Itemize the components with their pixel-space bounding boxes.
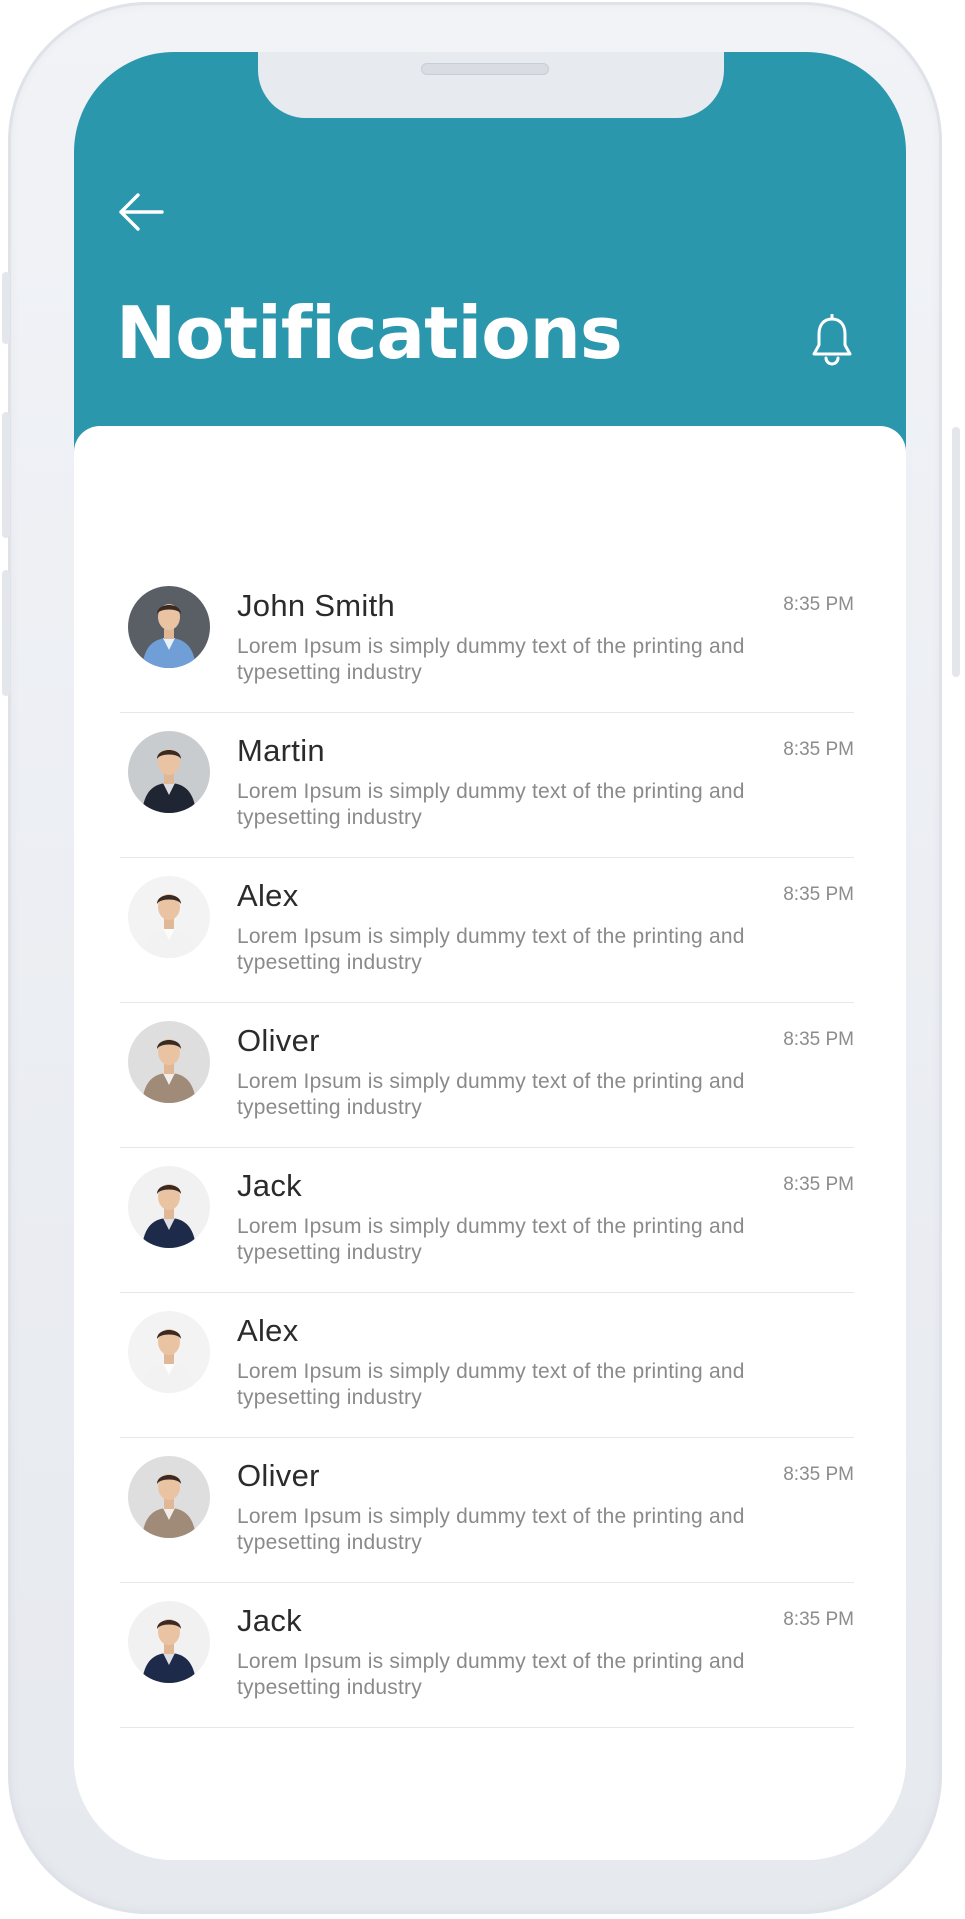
notch xyxy=(258,52,724,118)
notification-item[interactable]: Martin 8:35 PM Lorem Ipsum is simply dum… xyxy=(120,713,854,858)
sender-name: Jack xyxy=(237,1603,302,1638)
timestamp: 8:35 PM xyxy=(783,1464,854,1485)
sender-name: Jack xyxy=(237,1168,302,1203)
message-preview: Lorem Ipsum is simply dummy text of the … xyxy=(237,635,745,684)
power-button xyxy=(952,427,960,677)
screen: Notifications John Smith 8:35 PM Lorem I… xyxy=(74,52,906,1860)
notification-item[interactable]: Alex 8:35 PM Lorem Ipsum is simply dummy… xyxy=(120,858,854,1003)
volume-down-button xyxy=(2,570,10,696)
sender-name: Martin xyxy=(237,733,325,768)
notification-sheet: John Smith 8:35 PM Lorem Ipsum is simply… xyxy=(74,426,906,1860)
message-preview: Lorem Ipsum is simply dummy text of the … xyxy=(237,1360,745,1409)
message-preview: Lorem Ipsum is simply dummy text of the … xyxy=(237,925,745,974)
notification-item[interactable]: Oliver 8:35 PM Lorem Ipsum is simply dum… xyxy=(120,1003,854,1148)
notifications-bell-button[interactable] xyxy=(811,313,853,366)
avatar xyxy=(128,1311,210,1393)
avatar xyxy=(128,1166,210,1248)
notification-item[interactable]: Alex Lorem Ipsum is simply dummy text of… xyxy=(120,1293,854,1438)
message-preview: Lorem Ipsum is simply dummy text of the … xyxy=(237,1070,745,1119)
sender-name: John Smith xyxy=(237,588,396,623)
back-button[interactable] xyxy=(116,190,166,234)
sender-name: Oliver xyxy=(237,1458,320,1493)
page-title: Notifications xyxy=(116,291,623,375)
notification-list: John Smith 8:35 PM Lorem Ipsum is simply… xyxy=(120,568,854,1728)
sender-name: Alex xyxy=(237,878,299,913)
notification-item[interactable]: Oliver 8:35 PM Lorem Ipsum is simply dum… xyxy=(120,1438,854,1583)
avatar xyxy=(128,876,210,958)
notification-item[interactable]: Jack 8:35 PM Lorem Ipsum is simply dummy… xyxy=(120,1583,854,1728)
timestamp: 8:35 PM xyxy=(783,739,854,760)
avatar xyxy=(128,1021,210,1103)
sender-name: Oliver xyxy=(237,1023,320,1058)
speaker-grille xyxy=(421,63,549,75)
bell-icon xyxy=(812,313,852,366)
message-preview: Lorem Ipsum is simply dummy text of the … xyxy=(237,1505,745,1554)
avatar xyxy=(128,731,210,813)
message-preview: Lorem Ipsum is simply dummy text of the … xyxy=(237,780,745,829)
notification-item[interactable]: John Smith 8:35 PM Lorem Ipsum is simply… xyxy=(120,568,854,713)
volume-up-button xyxy=(2,412,10,538)
mute-switch xyxy=(2,272,10,344)
avatar xyxy=(128,1601,210,1683)
notification-item[interactable]: Jack 8:35 PM Lorem Ipsum is simply dummy… xyxy=(120,1148,854,1293)
timestamp: 8:35 PM xyxy=(783,884,854,905)
timestamp: 8:35 PM xyxy=(783,1609,854,1630)
avatar xyxy=(128,586,210,668)
timestamp: 8:35 PM xyxy=(783,1029,854,1050)
message-preview: Lorem Ipsum is simply dummy text of the … xyxy=(237,1650,745,1699)
arrow-left-icon xyxy=(119,193,164,231)
header: Notifications xyxy=(74,52,906,452)
sender-name: Alex xyxy=(237,1313,299,1348)
avatar xyxy=(128,1456,210,1538)
message-preview: Lorem Ipsum is simply dummy text of the … xyxy=(237,1215,745,1264)
phone-frame: Notifications John Smith 8:35 PM Lorem I… xyxy=(2,2,960,1914)
timestamp: 8:35 PM xyxy=(783,594,854,615)
timestamp: 8:35 PM xyxy=(783,1174,854,1195)
